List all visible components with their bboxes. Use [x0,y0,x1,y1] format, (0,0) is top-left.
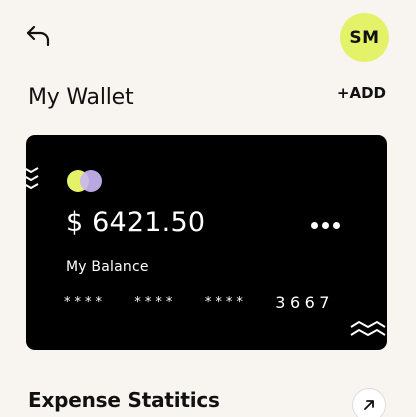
add-card-button[interactable]: +ADD [337,84,386,102]
wallet-screen: SM My Wallet +ADD $ 6421.50 My Balance *… [0,0,416,417]
card-logo-icon [67,170,102,192]
menu-dot-icon [311,221,318,229]
balance-label: My Balance [66,259,149,275]
masked-group: **** [64,295,106,310]
wallet-card[interactable]: $ 6421.50 My Balance **** **** **** 3667 [26,135,387,350]
back-arrow-icon [26,25,50,47]
balance-amount: $ 6421.50 [66,207,206,238]
card-last-four: 3667 [275,293,334,312]
menu-dot-icon [322,221,329,229]
expense-statistics-title: Expense Statitics [28,388,220,412]
arrow-up-right-icon [364,400,374,410]
avatar[interactable]: SM [340,13,389,62]
expense-expand-button[interactable] [352,388,386,417]
wave-right-icon [350,320,386,337]
back-button[interactable] [22,20,54,52]
menu-dot-icon [333,221,340,229]
masked-group: **** [204,295,247,310]
masked-group: **** [134,295,177,310]
wave-left-icon [26,167,39,190]
wallet-title: My Wallet [28,85,134,110]
card-number: **** **** **** 3667 [64,293,334,312]
card-menu-button[interactable] [311,217,345,233]
